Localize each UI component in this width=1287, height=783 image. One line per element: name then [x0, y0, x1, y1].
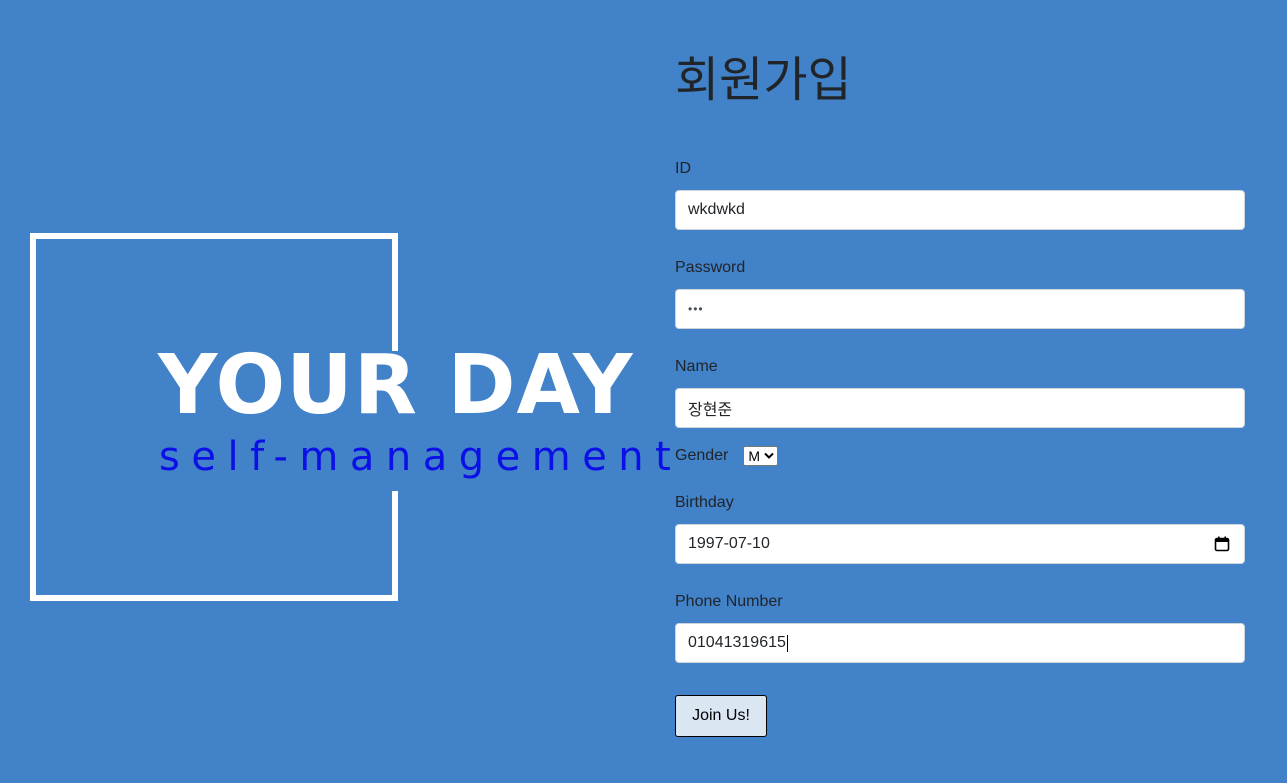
name-field-group: Name 장현준 [675, 357, 1245, 428]
phone-label: Phone Number [675, 593, 783, 610]
phone-field-group: Phone Number 01041319615 [675, 592, 1245, 663]
page-title: 회원가입 [675, 52, 852, 108]
gender-field-group: Gender M [675, 445, 1245, 467]
gender-label: Gender [675, 447, 729, 464]
password-value: ••• [688, 302, 704, 316]
birthday-value: 1997-07-10 [688, 535, 770, 552]
gender-selected-value: M [748, 448, 761, 464]
id-label: ID [675, 160, 691, 177]
id-value: wkdwkd [688, 201, 745, 218]
signup-form: 회원가입 ID wkdwkd Password ••• Name 장현준 Gen… [675, 40, 1245, 737]
id-field-group: ID wkdwkd [675, 159, 1245, 230]
gender-select[interactable]: M [743, 446, 779, 466]
password-input[interactable]: ••• [675, 289, 1245, 329]
text-caret [786, 634, 788, 652]
birthday-label: Birthday [675, 494, 734, 511]
join-button[interactable]: Join Us! [675, 695, 767, 737]
phone-value: 01041319615 [688, 634, 786, 651]
birthday-field-group: Birthday 1997-07-10 [675, 493, 1245, 564]
brand-logo: YOUR DAY self-management [30, 233, 671, 603]
birthday-input[interactable]: 1997-07-10 [675, 524, 1245, 564]
name-label: Name [675, 358, 718, 375]
name-value: 장현준 [688, 402, 733, 419]
logo-subtitle: self-management [159, 434, 683, 480]
password-label: Password [675, 259, 746, 276]
logo-title: YOUR DAY [158, 338, 634, 433]
chevron-down-icon [764, 452, 774, 459]
name-input[interactable]: 장현준 [675, 388, 1245, 428]
password-field-group: Password ••• [675, 258, 1245, 329]
phone-input[interactable]: 01041319615 [675, 623, 1245, 663]
calendar-icon[interactable] [1214, 536, 1230, 552]
id-input[interactable]: wkdwkd [675, 190, 1245, 230]
